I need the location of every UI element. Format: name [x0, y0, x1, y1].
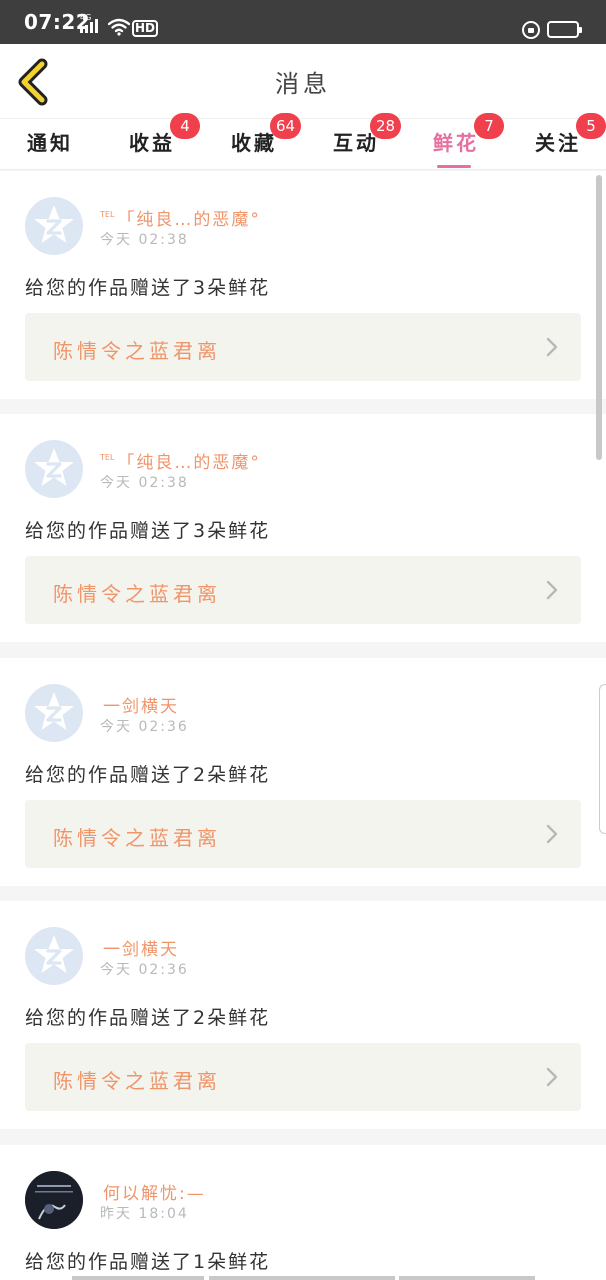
tab-label: 鲜花 [433, 131, 479, 155]
sender-name[interactable]: TEL 「纯良…的恶魔° [100, 448, 261, 473]
unread-badge: 5 [576, 113, 606, 139]
bottom-nav-hint [399, 1276, 535, 1280]
tab-label: 收藏 [231, 131, 277, 155]
sender-name[interactable]: 一剑横天 [100, 935, 179, 960]
work-link[interactable]: 陈情令之蓝君离 [25, 800, 581, 868]
avatar[interactable] [25, 684, 83, 742]
tab-notifications[interactable]: 通知 [10, 127, 90, 156]
tab-label: 收益 [129, 131, 175, 155]
tab-favorites[interactable]: 收藏 64 [214, 113, 302, 156]
work-title: 陈情令之蓝君离 [53, 582, 221, 606]
message-text: 给您的作品赠送了3朵鲜花 [25, 277, 271, 299]
work-link[interactable]: 陈情令之蓝君离 [25, 313, 581, 381]
tab-interactions[interactable]: 互动 28 [316, 113, 402, 156]
status-bar: 07:22 4G HD [0, 0, 606, 44]
message-tabs: 通知 收益 4 收藏 64 互动 28 鲜花 7 关注 5 [0, 113, 606, 170]
work-link[interactable]: 陈情令之蓝君离 [25, 1043, 581, 1111]
bottom-nav-hint [72, 1276, 204, 1280]
top-bar: 消息 [0, 44, 606, 118]
message-card: 一剑横天 今天 02:36 给您的作品赠送了2朵鲜花 陈情令之蓝君离 [0, 901, 606, 1129]
wifi-icon [108, 18, 130, 36]
message-time: 今天 02:36 [100, 719, 189, 735]
avatar[interactable] [25, 927, 83, 985]
work-title: 陈情令之蓝君离 [53, 339, 221, 363]
page-title: 消息 [275, 70, 331, 98]
message-text: 给您的作品赠送了1朵鲜花 [25, 1251, 271, 1273]
message-time: 昨天 18:04 [100, 1206, 189, 1222]
default-avatar-icon [34, 692, 74, 730]
rotation-lock-icon [522, 21, 540, 39]
tab-following[interactable]: 关注 5 [518, 113, 606, 156]
tab-label: 互动 [333, 131, 379, 155]
unread-badge: 7 [474, 113, 504, 139]
tab-label: 通知 [27, 131, 73, 155]
default-avatar-icon [34, 448, 74, 486]
message-card: 一剑横天 今天 02:36 给您的作品赠送了2朵鲜花 陈情令之蓝君离 [0, 658, 606, 886]
sender-name[interactable]: 何以解忧:— [100, 1179, 206, 1204]
message-card: 何以解忧:— 昨天 18:04 给您的作品赠送了1朵鲜花 [0, 1145, 606, 1280]
battery-icon [547, 21, 582, 38]
chevron-right-icon [546, 580, 558, 600]
message-time: 今天 02:38 [100, 232, 189, 248]
scrollbar-thumb[interactable] [596, 175, 602, 460]
default-avatar-icon [34, 205, 74, 243]
bottom-nav-hint [209, 1276, 395, 1280]
sender-name[interactable]: 一剑横天 [100, 692, 179, 717]
unread-badge: 4 [170, 113, 200, 139]
side-edge-handle[interactable] [599, 684, 606, 834]
work-title: 陈情令之蓝君离 [53, 826, 221, 850]
message-text: 给您的作品赠送了3朵鲜花 [25, 520, 271, 542]
message-time: 今天 02:38 [100, 475, 189, 491]
flower-message-list: TEL 「纯良…的恶魔° 今天 02:38 给您的作品赠送了3朵鲜花 陈情令之蓝君… [0, 171, 606, 1280]
unread-badge: 28 [370, 113, 402, 139]
message-text: 给您的作品赠送了2朵鲜花 [25, 764, 271, 786]
tab-label: 关注 [535, 131, 581, 155]
sender-name[interactable]: TEL 「纯良…的恶魔° [100, 205, 261, 230]
tab-flowers[interactable]: 鲜花 7 [416, 113, 504, 168]
message-card: TEL 「纯良…的恶魔° 今天 02:38 给您的作品赠送了3朵鲜花 陈情令之蓝君… [0, 171, 606, 399]
hd-icon: HD [132, 20, 159, 37]
message-time: 今天 02:36 [100, 962, 189, 978]
avatar[interactable] [25, 1171, 83, 1229]
photo-avatar-icon [25, 1171, 83, 1229]
chevron-right-icon [546, 1067, 558, 1087]
chevron-right-icon [546, 337, 558, 357]
chevron-right-icon [546, 824, 558, 844]
avatar[interactable] [25, 440, 83, 498]
default-avatar-icon [34, 935, 74, 973]
tab-earnings[interactable]: 收益 4 [112, 113, 200, 156]
message-card: TEL 「纯良…的恶魔° 今天 02:38 给您的作品赠送了3朵鲜花 陈情令之蓝君… [0, 414, 606, 642]
unread-badge: 64 [270, 113, 302, 139]
cellular-signal-icon: 4G [80, 13, 98, 33]
work-title: 陈情令之蓝君离 [53, 1069, 221, 1093]
messages-screen: 07:22 4G HD 消息 通知 收益 4 收藏 64 互动 28 鲜花 7 … [0, 0, 606, 1280]
message-text: 给您的作品赠送了2朵鲜花 [25, 1007, 271, 1029]
active-tab-indicator [437, 165, 471, 168]
avatar[interactable] [25, 197, 83, 255]
work-link[interactable]: 陈情令之蓝君离 [25, 556, 581, 624]
